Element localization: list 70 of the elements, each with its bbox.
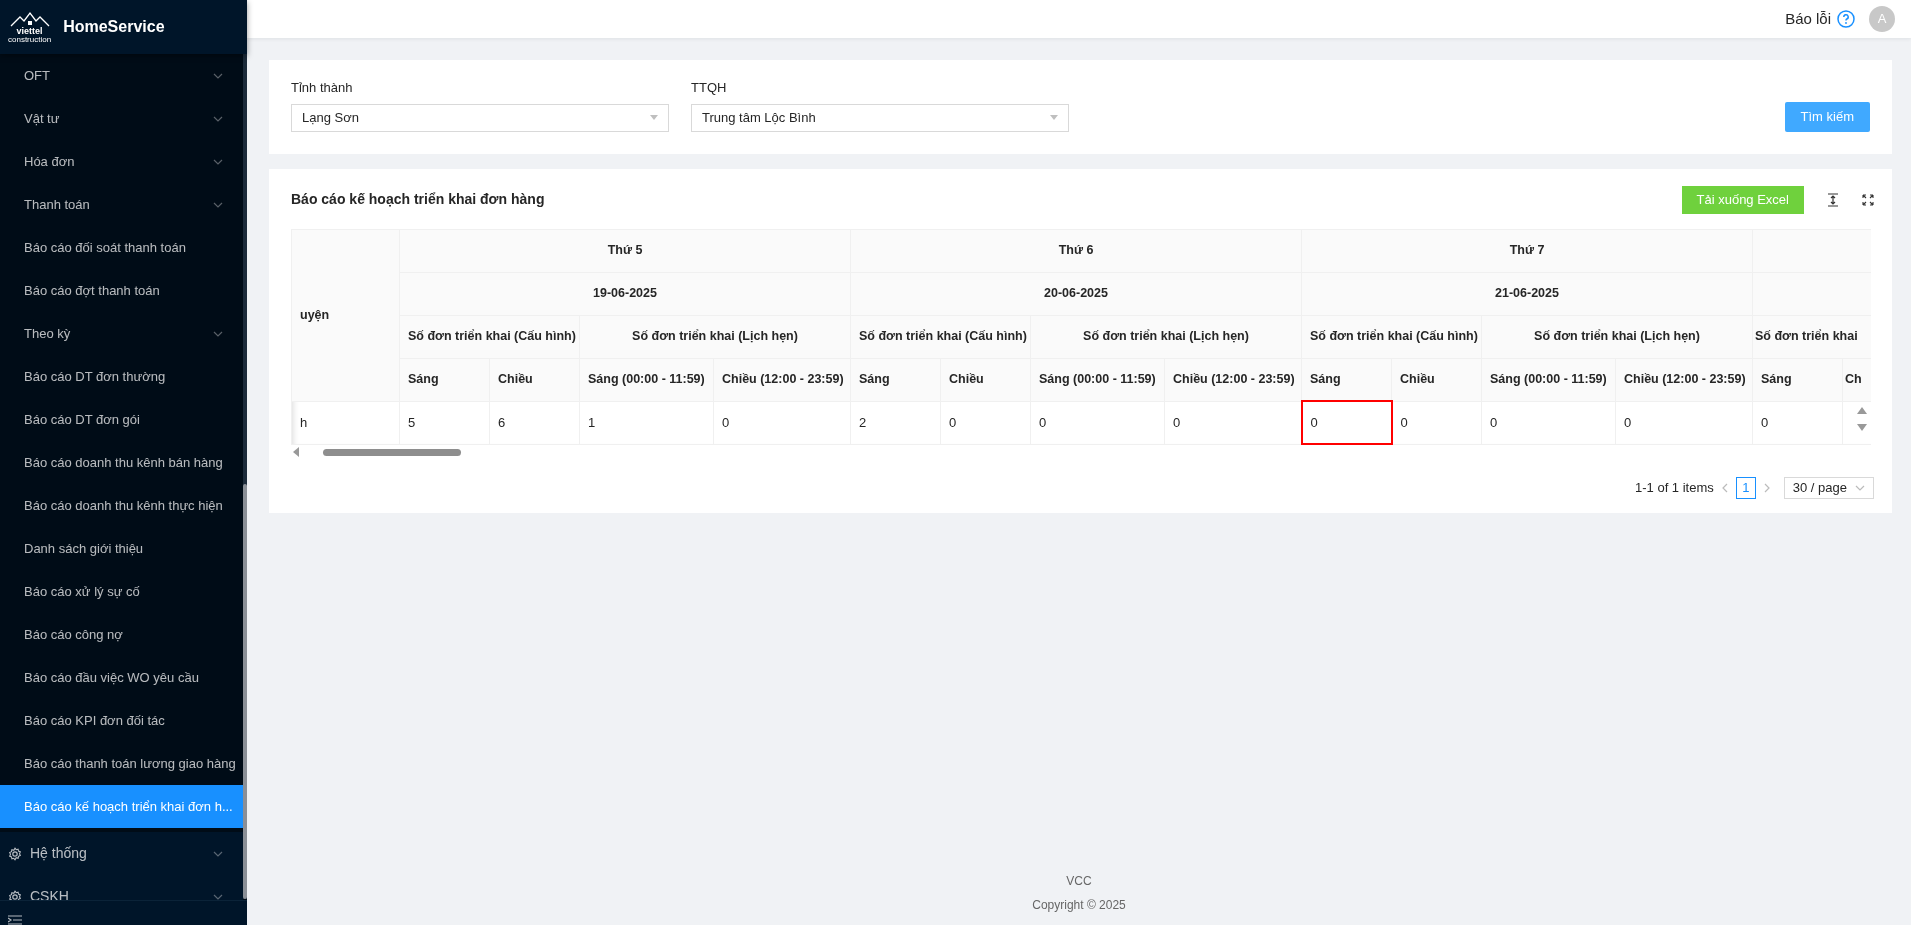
table-cell: 0	[1752, 401, 1843, 444]
report-error-link[interactable]: Báo lỗi	[1785, 7, 1831, 31]
logo-text: viettel	[16, 26, 43, 36]
column-header: Chiều (12:00 - 23:59)	[713, 358, 851, 401]
menu-item[interactable]: Báo cáo doanh thu kênh thực hiện	[0, 484, 243, 527]
menu-item[interactable]: Báo cáo công nợ	[0, 613, 243, 656]
select-field[interactable]: Lạng Sơn	[291, 103, 669, 132]
menu-item[interactable]: Báo cáo doanh thu kênh bán hàng	[0, 441, 243, 484]
field-label: TTQH	[691, 79, 728, 97]
column-header: Sáng	[399, 358, 490, 401]
column-header: Chiều (12:00 - 23:59)	[1164, 358, 1302, 401]
table-cell: 0	[1391, 401, 1482, 444]
select-field[interactable]: Trung tâm Lộc Bình	[691, 103, 1069, 132]
column-header: Sáng (00:00 - 11:59)	[1030, 358, 1165, 401]
column-header: Thứ 5	[399, 229, 851, 272]
column-header: Sáng	[1752, 358, 1843, 401]
menu-item[interactable]: Báo cáo DT đơn gói	[0, 398, 243, 441]
menu-item[interactable]: Hóa đơn	[0, 140, 243, 183]
column-header: Số đơn triển khai (Cấu hình)	[850, 315, 1031, 358]
column-header: Số đơn triển khai (Cấu hình)	[1301, 315, 1482, 358]
report-title: Báo cáo kế hoạch triển khai đơn hàng	[291, 190, 545, 209]
column-header: Chiều	[489, 358, 580, 401]
menu-item[interactable]: Báo cáo thanh toán lương giao hàng	[0, 742, 243, 785]
column-header: Số đơn triển khai (Cấu hình)	[399, 315, 580, 358]
table-cell: 0	[1615, 401, 1753, 444]
menu-item[interactable]: Hệ thống	[0, 832, 243, 875]
column-header: Chiều	[940, 358, 1031, 401]
field-label: Tỉnh thành	[291, 79, 354, 97]
column-header: Sáng (00:00 - 11:59)	[1481, 358, 1616, 401]
menu-item[interactable]: Báo cáo đợt thanh toán	[0, 269, 243, 312]
column-header: Sáng	[850, 358, 941, 401]
column-header: Sáng (00:00 - 11:59)	[579, 358, 714, 401]
table-cell: 5	[399, 401, 490, 444]
brand-name: HomeService	[63, 17, 165, 37]
column-header: Thứ 6	[850, 229, 1302, 272]
menu-item[interactable]: Danh sách giới thiệu	[0, 527, 243, 570]
menu-item[interactable]: Báo cáo đầu việc WO yêu cầu	[0, 656, 243, 699]
column-header: Số đơn triển khai	[1752, 315, 1871, 358]
menu-item[interactable]: Theo kỳ	[0, 312, 243, 355]
pagination-summary: 1-1 of 1 items	[1635, 479, 1714, 498]
column-header: 19-06-2025	[399, 272, 851, 315]
column-header: Chiều	[1391, 358, 1482, 401]
menu-item[interactable]: OFT	[0, 54, 243, 97]
table-cell: 2	[850, 401, 941, 444]
table-cell: 6	[489, 401, 580, 444]
menu-item[interactable]: Báo cáo KPI đơn đối tác	[0, 699, 243, 742]
footer-text: VCC	[1065, 873, 1093, 890]
column-header: Số đơn triển khai (Lịch hẹn)	[1030, 315, 1302, 358]
column-header: 21-06-2025	[1301, 272, 1753, 315]
menu-item[interactable]: Thanh toán	[0, 183, 243, 226]
table-cell: 1	[579, 401, 714, 444]
menu-item[interactable]: Báo cáo DT đơn thường	[0, 355, 243, 398]
table-cell: 0	[940, 401, 1031, 444]
menu-item[interactable]: Vật tư	[0, 97, 243, 140]
page-size-select[interactable]: 30 / page	[1783, 477, 1874, 499]
table-cell: 0	[1481, 401, 1616, 444]
menu-item[interactable]: Báo cáo xử lý sự cố	[0, 570, 243, 613]
column-header: Thứ 7	[1301, 229, 1753, 272]
column-header: Số đơn triển khai (Lịch hẹn)	[1481, 315, 1753, 358]
table-cell: 0	[1301, 401, 1392, 444]
column-header: Số đơn triển khai (Lịch hẹn)	[579, 315, 851, 358]
footer-text: Copyright © 2025	[1031, 897, 1127, 914]
table-cell: h	[291, 401, 400, 444]
table-cell: 0	[1030, 401, 1165, 444]
column-header: Chiều (12:00 - 23:59)	[1615, 358, 1753, 401]
column-header: uyện	[291, 229, 400, 401]
logo-subtext: construction	[8, 35, 52, 44]
table-cell: 0	[713, 401, 851, 444]
column-header: 20-06-2025	[850, 272, 1302, 315]
menu-item[interactable]: Báo cáo đối soát thanh toán	[0, 226, 243, 269]
